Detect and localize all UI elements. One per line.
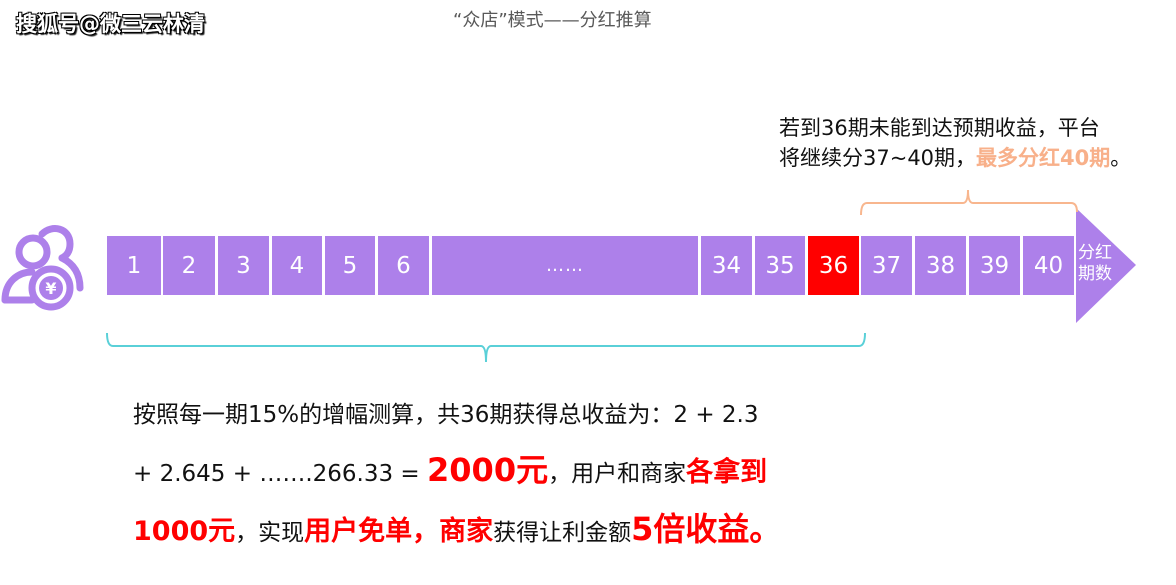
- arrow-label-line-1: 分红: [1078, 243, 1112, 263]
- bottom-brace: [106, 332, 866, 363]
- summary-line-1: 按照每一期15%的增幅测算，共36期获得总收益为：2 + 2.3: [133, 402, 759, 428]
- summary-line-3: 1000元，实现用户免单，商家获得让利金额5倍收益。: [133, 502, 781, 561]
- summary-emphasis-return: 5倍收益。: [631, 510, 782, 548]
- summary-emphasis-each: 各拿到: [686, 457, 768, 488]
- arrow-label: 分红 期数: [1078, 243, 1112, 285]
- each-amount: 1000元: [133, 516, 236, 547]
- summary-formula: + 2.645 + …….266.33 =: [133, 461, 428, 487]
- summary-text: 按照每一期15%的增幅测算，共36期获得总收益为：2 + 2.3 + 2.645…: [133, 388, 781, 561]
- arrow-label-line-2: 期数: [1078, 264, 1112, 284]
- summary-line-2: + 2.645 + …….266.33 = 2000元，用户和商家各拿到: [133, 443, 781, 502]
- total-amount: 2000元: [427, 451, 549, 489]
- top-brace: [860, 189, 1078, 216]
- summary-emphasis-merchant: 商家: [439, 516, 494, 547]
- summary-emphasis-free: 用户免单，: [304, 516, 440, 547]
- summary-text-2b: ，用户和商家: [548, 461, 687, 487]
- summary-text-3b: ，实现: [235, 520, 305, 546]
- summary-text-3e: 获得让利金额: [493, 520, 632, 546]
